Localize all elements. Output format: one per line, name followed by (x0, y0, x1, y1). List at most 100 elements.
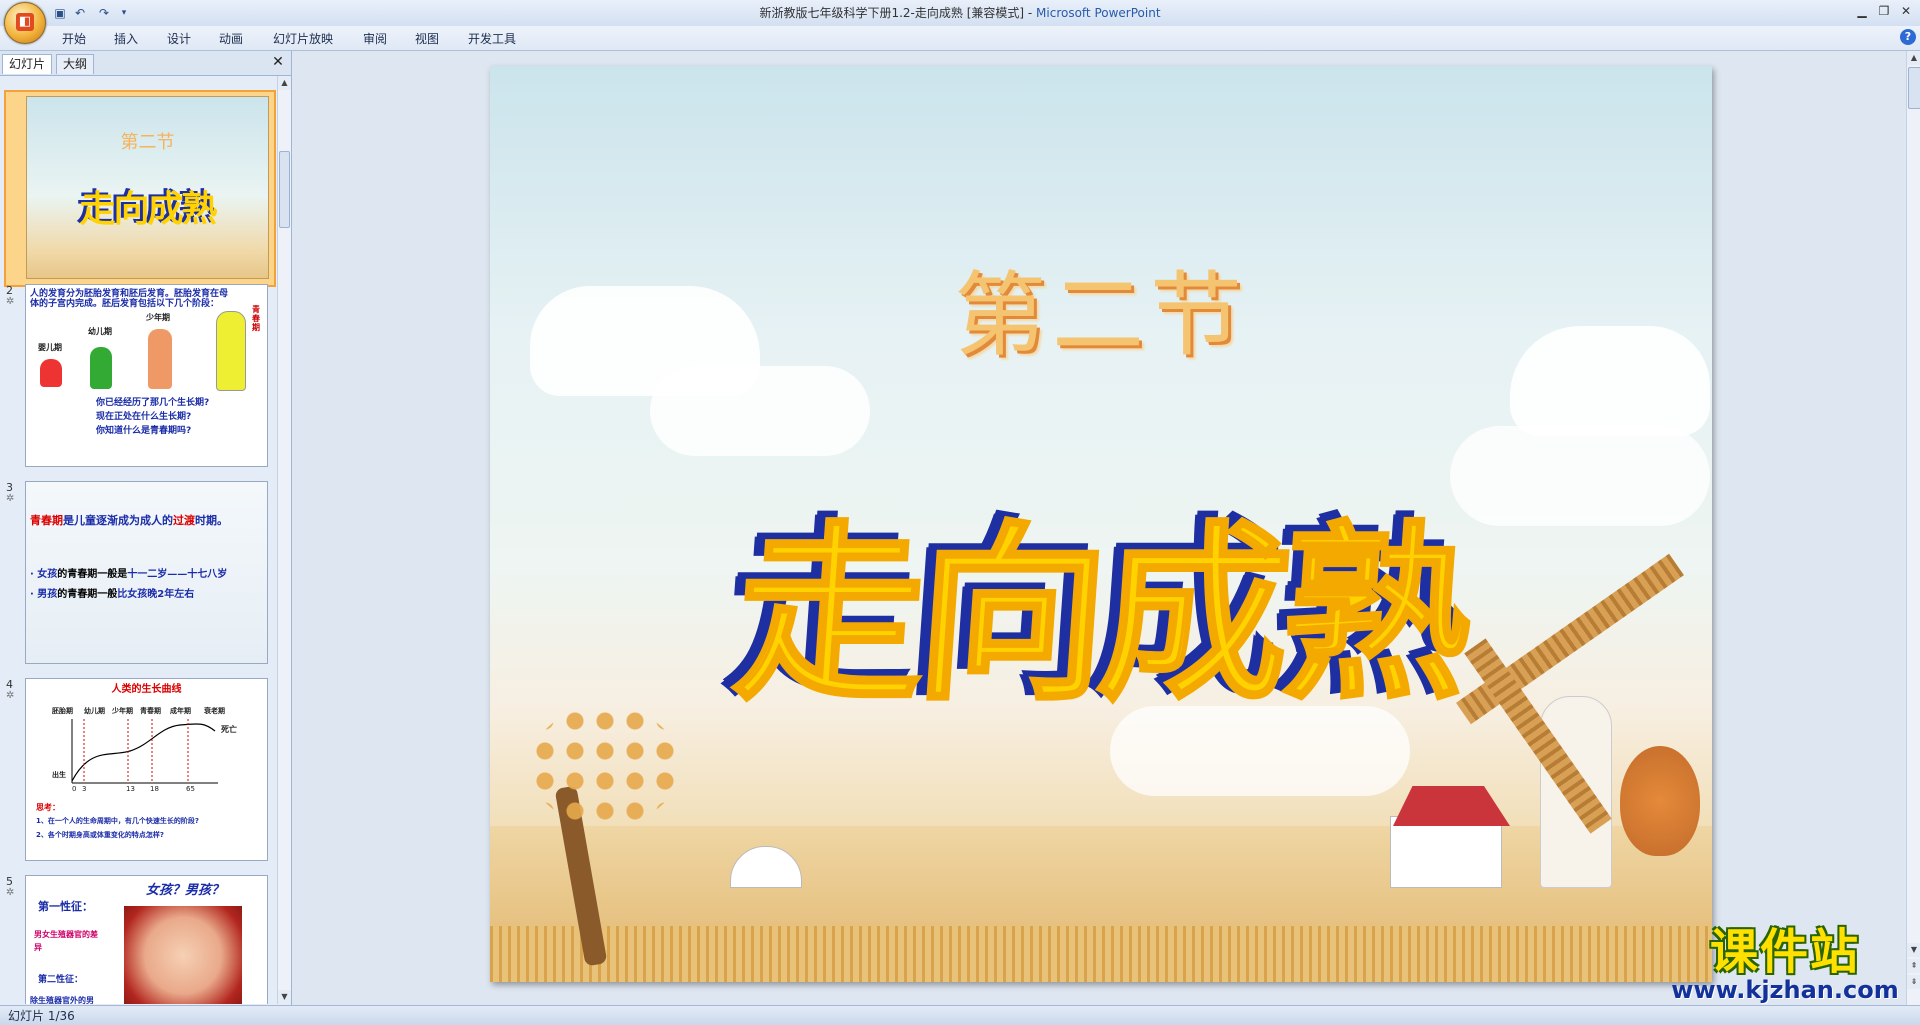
question: 现在正处在什么生长期? (96, 412, 192, 422)
slide-counter: 幻灯片 1/36 (8, 1009, 75, 1023)
help-icon[interactable]: ? (1900, 29, 1916, 45)
axis-tick: 18 (150, 785, 159, 793)
think-label: 思考： (36, 803, 60, 812)
thumb-line-2: · 女孩的青春期一般是十一二岁——十七八岁 (30, 569, 228, 580)
thumb-title: 走向成熟 (79, 188, 217, 230)
watermark-text: 课件站 (1709, 924, 1860, 980)
undo-icon[interactable]: ↶ (72, 5, 88, 21)
ribbon-tabs: 开始 插入 设计 动画 幻灯片放映 审阅 视图 开发工具 ? (0, 26, 1920, 51)
animation-star-icon: ✲ (6, 690, 15, 701)
watermark-url: www.kjzhan.com (1671, 976, 1899, 1004)
main-scrollbar[interactable]: ▲ ▼ ⇞ ⇟ (1906, 51, 1920, 1005)
title-bar: 新浙教版七年级科学下册1.2-走向成熟 [兼容模式] - Microsoft P… (0, 0, 1920, 27)
office-button[interactable]: ◧ (4, 2, 46, 44)
child-figure (148, 329, 172, 389)
text: 是儿童逐渐成为成人的 (63, 514, 173, 527)
window-title: 新浙教版七年级科学下册1.2-走向成熟 [兼容模式] - Microsoft P… (0, 0, 1920, 26)
child-figure (90, 347, 112, 389)
grass (490, 926, 1712, 982)
minimize-icon[interactable]: ▁ (1854, 3, 1870, 19)
stage-label: 幼儿期 (88, 327, 112, 336)
stage-label: 少年期 (146, 313, 170, 322)
thumbnail-slide-5[interactable]: 女孩？男孩？ 第一性征： 男女生殖器官的差异 第二性征： 除生殖器官外的男 (25, 875, 268, 1004)
thumbnail-slide-3[interactable]: 青春期是儿童逐渐成为成人的过渡时期。 · 女孩的青春期一般是十一二岁——十七八岁… (25, 481, 268, 664)
dropdown-arrow-icon[interactable]: ▾ (116, 5, 132, 21)
app-name: Microsoft PowerPoint (1036, 6, 1161, 20)
keyword: 女孩 (37, 569, 58, 580)
child-figure (40, 359, 62, 387)
death-label: 死亡 (221, 725, 237, 734)
thumbnail-slide-1[interactable]: 第二节 走向成熟 (4, 90, 276, 287)
thumbnail-slide-2[interactable]: 人的发育分为胚胎发育和胚后发育。胚胎发育在母体的子宫内完成。胚后发育包括以下几个… (25, 284, 268, 467)
scroll-thumb[interactable] (279, 151, 290, 228)
axis-tick: 0 (72, 785, 77, 793)
save-icon[interactable]: ▣ (52, 5, 68, 21)
child-figure (216, 311, 246, 391)
autumn-tree (1620, 746, 1700, 856)
scroll-down-icon[interactable]: ▼ (278, 990, 291, 1004)
slide-title[interactable]: 走向成熟 (490, 461, 1712, 736)
close-icon[interactable]: ✕ (270, 54, 286, 70)
growth-curve (71, 719, 218, 784)
text: 比女孩晚2年左右 (117, 589, 195, 600)
keyword: 青春期 (30, 514, 63, 527)
question: 你已经经历了那几个生长期? (96, 398, 210, 408)
office-logo-icon: ◧ (16, 13, 34, 31)
chart-title: 人类的生长曲线 (111, 684, 182, 695)
tab-design[interactable]: 设计 (167, 30, 191, 48)
animation-star-icon: ✲ (6, 493, 15, 504)
redo-icon[interactable]: ↷ (96, 5, 112, 21)
slide-subtitle[interactable]: 第二节 (490, 241, 1712, 374)
thumb-heading: 女孩？男孩？ (146, 883, 225, 898)
scroll-up-icon[interactable]: ▲ (1907, 51, 1920, 65)
title-separator: - (1024, 6, 1037, 20)
thumb-intro: 人的发育分为胚胎发育和胚后发育。胚胎发育在母体的子宫内完成。胚后发育包括以下几个… (30, 289, 229, 309)
tab-outline[interactable]: 大纲 (56, 54, 95, 74)
birth-label: 出生 (52, 771, 66, 779)
baby-photo (124, 906, 242, 1004)
keyword: 男孩 (37, 589, 58, 600)
second-trait: 第二性征： (38, 975, 84, 985)
second-trait-desc: 除生殖器官外的男 (30, 996, 94, 1004)
thumbnail-image: 第二节 走向成熟 (26, 96, 269, 279)
question: 2、各个时期身高或体重变化的特点怎样? (36, 831, 164, 839)
tab-animation[interactable]: 动画 (219, 30, 243, 48)
status-bar: 幻灯片 1/36 (0, 1005, 1920, 1025)
current-slide[interactable]: 第二节 走向成熟 (490, 66, 1712, 982)
house (1390, 816, 1502, 888)
first-trait: 第一性征： (38, 900, 93, 913)
close-icon[interactable]: ✕ (1898, 3, 1914, 19)
previous-slide-icon[interactable]: ⇞ (1907, 959, 1920, 973)
scroll-thumb[interactable] (1908, 67, 1920, 109)
thumb-line-1: 青春期是儿童逐渐成为成人的过渡时期。 (30, 514, 266, 527)
thumbnail-slide-4[interactable]: 人类的生长曲线 胚胎期 幼儿期 少年期 青春期 成年期 衰老期 死亡 出生 0 … (25, 678, 268, 861)
tab-home[interactable]: 开始 (62, 30, 86, 48)
thumb-subtitle: 第二节 (120, 132, 175, 153)
stage-label: 婴儿期 (38, 343, 62, 352)
scroll-up-icon[interactable]: ▲ (278, 76, 291, 90)
thumbnail-list: 1 第二节 走向成熟 2 ✲ 人的发育分为胚胎发育和胚后发育。胚胎发育在母体的子… (0, 76, 276, 1004)
tab-view[interactable]: 视图 (415, 30, 439, 48)
stage-label: 青春期 (252, 305, 260, 332)
house-roof (1393, 786, 1510, 826)
tab-slides[interactable]: 幻灯片 (2, 54, 53, 74)
scroll-down-icon[interactable]: ▼ (1907, 943, 1920, 957)
tab-insert[interactable]: 插入 (114, 30, 138, 48)
text: 十一二岁——十七八岁 (127, 569, 228, 580)
axis-tick: 65 (186, 785, 195, 793)
keyword: 过渡 (173, 514, 195, 527)
tab-review[interactable]: 审阅 (363, 30, 387, 48)
restore-icon[interactable]: ❐ (1876, 3, 1892, 19)
first-trait-desc: 男女生殖器官的差异 (34, 930, 98, 952)
tab-developer[interactable]: 开发工具 (468, 30, 516, 48)
question: 你知道什么是青春期吗? (96, 426, 192, 436)
tab-slideshow[interactable]: 幻灯片放映 (273, 30, 333, 48)
text: 时期。 (195, 514, 228, 527)
cloud (650, 366, 870, 456)
panel-tabs: 幻灯片 大纲 ✕ (0, 51, 291, 76)
next-slide-icon[interactable]: ⇟ (1907, 975, 1920, 989)
question: 1、在一个人的生命周期中，有几个快速生长的阶段? (36, 817, 199, 825)
thumb-line-3: · 男孩的青春期一般比女孩晚2年左右 (30, 589, 195, 600)
slides-panel: 幻灯片 大纲 ✕ 1 第二节 走向成熟 2 ✲ 人的发育分为胚胎发育和胚后发育。… (0, 51, 292, 1005)
axis-tick: 13 (126, 785, 135, 793)
